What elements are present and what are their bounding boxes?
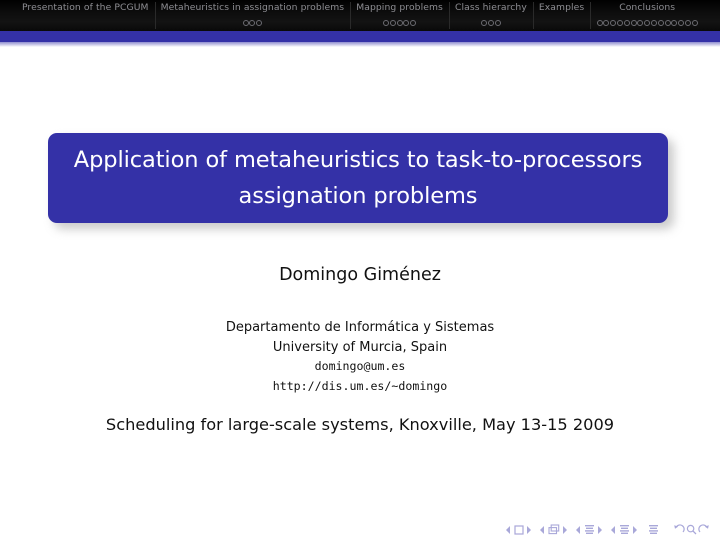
- nav-frame-dot[interactable]: [410, 20, 417, 26]
- nav-frame-dot[interactable]: [691, 20, 698, 26]
- next-section-icon[interactable]: [632, 525, 637, 534]
- header-blue-band-fade: [0, 42, 720, 47]
- conference-info: Scheduling for large-scale systems, Knox…: [105, 415, 615, 434]
- nav-frame-dot[interactable]: [242, 20, 249, 26]
- nav-section-title: Metaheuristics in assignation problems: [160, 2, 345, 13]
- document-icon[interactable]: [648, 524, 659, 535]
- nav-frame-dot[interactable]: [637, 20, 644, 26]
- nav-frame-dot[interactable]: [671, 20, 678, 26]
- nav-frame-dot[interactable]: [596, 20, 603, 26]
- nav-frame-dot[interactable]: [603, 20, 610, 26]
- nav-section-1[interactable]: Metaheuristics in assignation problems: [154, 0, 351, 31]
- section-icon[interactable]: [619, 524, 630, 535]
- frame-navigation-group[interactable]: [540, 524, 567, 535]
- nav-section-5[interactable]: Conclusions: [590, 0, 704, 31]
- history-navigation-group[interactable]: [673, 524, 710, 535]
- nav-frame-dot[interactable]: [630, 20, 637, 26]
- subsection-icon[interactable]: [584, 524, 595, 535]
- nav-frame-dot[interactable]: [487, 20, 494, 26]
- prev-subsection-icon[interactable]: [576, 525, 581, 534]
- nav-frame-dot[interactable]: [610, 20, 617, 26]
- author-homepage-url[interactable]: http://dis.um.es/~domingo: [0, 377, 720, 397]
- nav-frame-dot[interactable]: [403, 20, 410, 26]
- nav-frame-dot[interactable]: [684, 20, 691, 26]
- next-slide-icon[interactable]: [526, 525, 531, 534]
- nav-section-title: Conclusions: [619, 2, 676, 13]
- nav-frame-dot[interactable]: [396, 20, 403, 26]
- author-email[interactable]: domingo@um.es: [0, 357, 720, 377]
- slide-navigation-group[interactable]: [506, 524, 531, 535]
- prev-slide-icon[interactable]: [506, 525, 511, 534]
- go-forward-icon[interactable]: [698, 524, 710, 535]
- nav-section-3[interactable]: Class hierarchy: [448, 0, 533, 31]
- nav-frame-dot[interactable]: [678, 20, 685, 26]
- institute-department: Departamento de Informática y Sistemas: [225, 320, 495, 335]
- nav-frame-dot[interactable]: [256, 20, 263, 26]
- title-line-2: assignation problems: [238, 183, 478, 209]
- nav-frame-dot[interactable]: [664, 20, 671, 26]
- next-frame-icon[interactable]: [562, 525, 567, 534]
- title-line-1: Application of metaheuristics to task-to…: [73, 147, 643, 173]
- institute-university: University of Murcia, Spain: [272, 339, 448, 355]
- nav-section-0[interactable]: Presentation of the PCGUM: [16, 0, 155, 31]
- institute-block: Departamento de Informática y Sistemas U…: [0, 318, 720, 396]
- nav-section-frames[interactable]: [383, 17, 417, 29]
- nav-section-4[interactable]: Examples: [532, 0, 590, 31]
- nav-section-title: Examples: [538, 2, 585, 13]
- slide-icon[interactable]: [513, 524, 524, 535]
- nav-frame-dot[interactable]: [623, 20, 630, 26]
- nav-frame-dot[interactable]: [650, 20, 657, 26]
- section-navigation[interactable]: Presentation of the PCGUM Metaheuristics …: [0, 0, 720, 31]
- author-name: Domingo Giménez: [279, 265, 441, 285]
- nav-frame-dot[interactable]: [617, 20, 624, 26]
- go-back-icon[interactable]: [673, 524, 685, 535]
- nav-frame-dot[interactable]: [657, 20, 664, 26]
- nav-section-frames[interactable]: [242, 17, 263, 29]
- nav-section-2[interactable]: Mapping problems: [350, 0, 449, 31]
- nav-section-title: Mapping problems: [356, 2, 443, 13]
- nav-section-frames[interactable]: [481, 17, 501, 29]
- frame-icon[interactable]: [547, 524, 560, 535]
- nav-frame-dot[interactable]: [383, 20, 389, 26]
- prev-section-icon[interactable]: [611, 525, 616, 534]
- nav-section-title: Presentation of the PCGUM: [21, 2, 149, 13]
- next-subsection-icon[interactable]: [597, 525, 602, 534]
- page-title: Application of metaheuristics to task-to…: [73, 142, 643, 214]
- nav-frame-dot[interactable]: [389, 20, 396, 26]
- nav-frame-dot[interactable]: [249, 20, 256, 26]
- header-blue-band: [0, 31, 720, 42]
- beamer-navigation-symbols[interactable]: [506, 524, 710, 535]
- nav-section-title: Class hierarchy: [454, 2, 527, 13]
- subsection-navigation-group[interactable]: [576, 524, 602, 535]
- nav-frame-dot[interactable]: [494, 20, 501, 26]
- nav-section-frames[interactable]: [596, 17, 698, 29]
- search-icon[interactable]: [686, 524, 697, 535]
- prev-frame-icon[interactable]: [540, 525, 545, 534]
- nav-frame-dot[interactable]: [644, 20, 651, 26]
- section-navigation-group[interactable]: [611, 524, 637, 535]
- presentation-slide: Presentation of the PCGUM Metaheuristics …: [0, 0, 720, 541]
- nav-frame-dot[interactable]: [481, 20, 488, 26]
- title-box: Application of metaheuristics to task-to…: [48, 133, 668, 223]
